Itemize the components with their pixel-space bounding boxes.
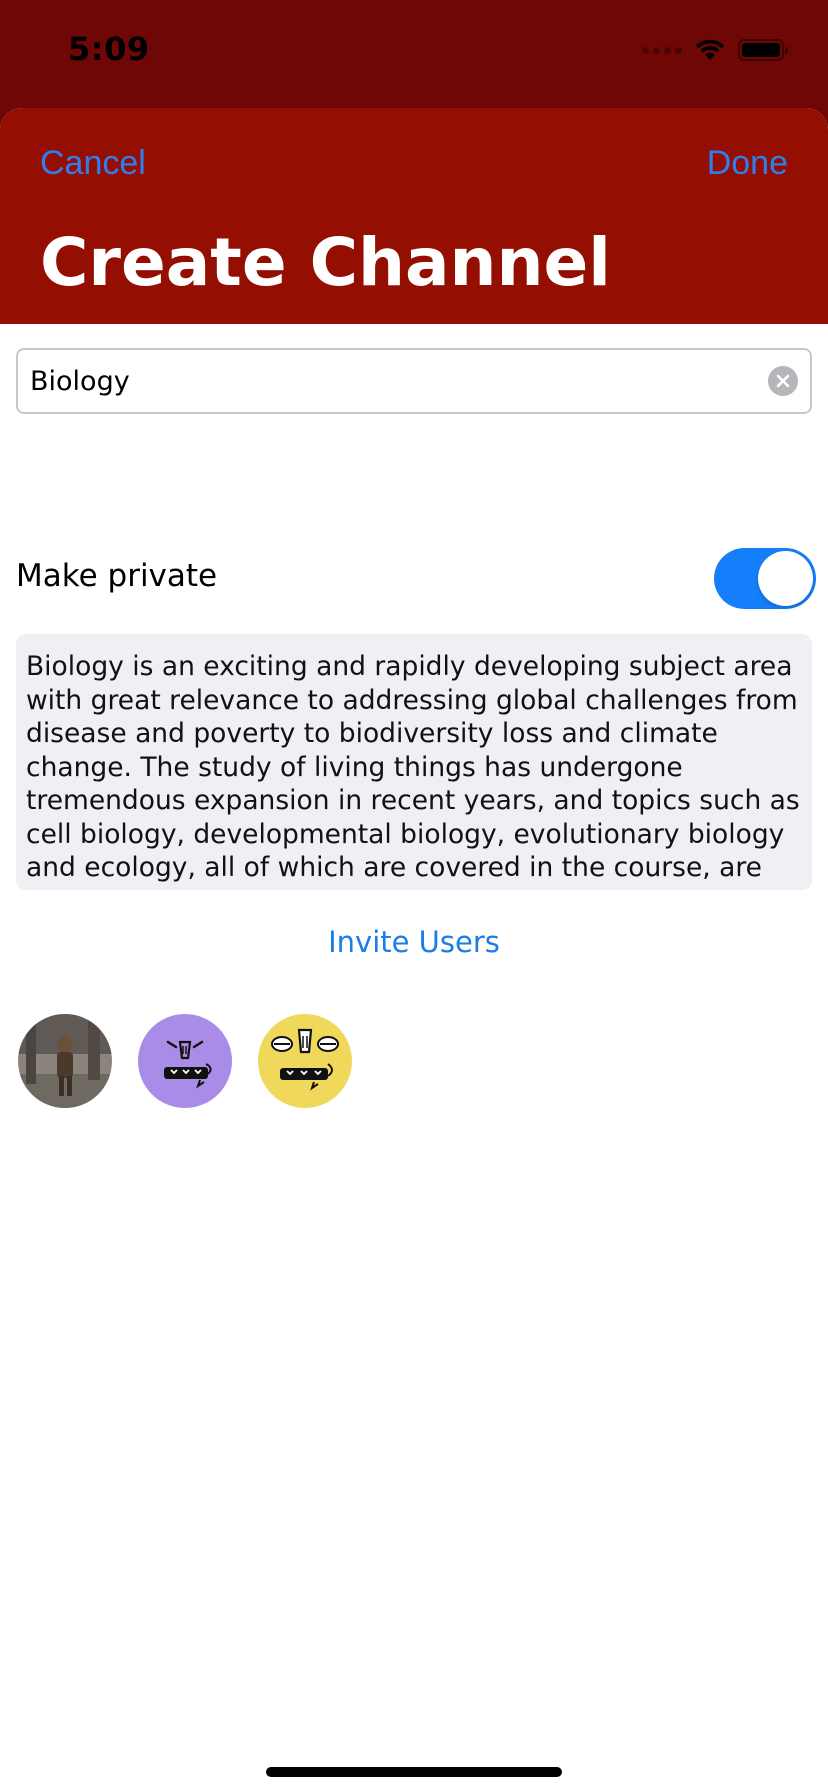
invite-users-button[interactable]: Invite Users <box>0 925 828 959</box>
page-title: Create Channel <box>40 224 611 301</box>
battery-icon <box>738 39 788 61</box>
avatar[interactable] <box>138 1014 232 1108</box>
cancel-button[interactable]: Cancel <box>40 144 146 183</box>
clear-text-button[interactable] <box>768 366 798 396</box>
status-icons <box>642 36 788 64</box>
toggle-knob <box>758 551 813 606</box>
channel-name-input[interactable] <box>30 350 730 412</box>
home-indicator <box>266 1767 562 1777</box>
channel-name-field <box>16 348 812 414</box>
status-bar: 5:09 <box>0 0 828 100</box>
make-private-label: Make private <box>16 558 218 594</box>
purple-monster-avatar <box>138 1014 232 1108</box>
yellow-monster-avatar <box>258 1014 352 1108</box>
status-time: 5:09 <box>68 30 150 68</box>
avatar[interactable] <box>18 1014 112 1108</box>
clear-icon <box>776 374 790 388</box>
nav-header: Cancel Done Create Channel <box>0 108 828 324</box>
signal-icon <box>642 46 682 54</box>
wifi-icon <box>696 39 724 60</box>
description-textarea[interactable]: Biology is an exciting and rapidly devel… <box>16 634 812 890</box>
description-text: Biology is an exciting and rapidly devel… <box>26 651 800 883</box>
create-channel-sheet: Cancel Done Create Channel Make private … <box>0 108 828 1792</box>
avatar[interactable] <box>258 1014 352 1108</box>
user-photo-avatar <box>18 1014 112 1108</box>
make-private-toggle[interactable] <box>714 548 816 609</box>
done-button[interactable]: Done <box>707 144 788 183</box>
